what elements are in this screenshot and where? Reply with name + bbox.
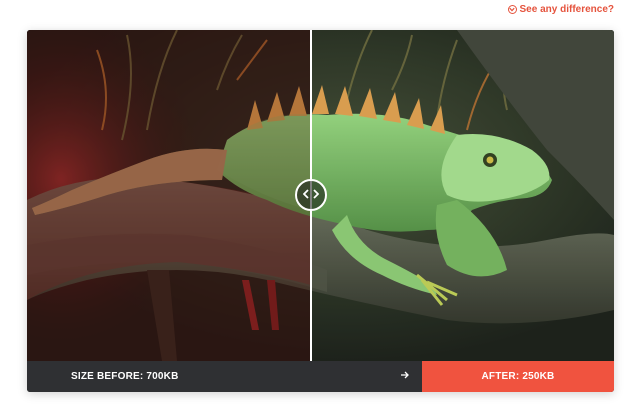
arrow-right-icon xyxy=(400,370,410,383)
size-before-label: SIZE BEFORE: 700KB xyxy=(71,371,179,382)
chevron-down-circle-icon xyxy=(507,5,517,14)
see-difference-label: See any difference? xyxy=(519,4,614,15)
image-comparison-slider: SIZE BEFORE: 700KB AFTER: 250KB xyxy=(27,30,614,392)
left-right-arrows-icon xyxy=(302,186,320,204)
slider-handle[interactable] xyxy=(295,179,327,211)
see-difference-link[interactable]: See any difference? xyxy=(507,4,614,15)
size-after-label: AFTER: 250KB xyxy=(481,371,555,382)
size-comparison-bar: SIZE BEFORE: 700KB AFTER: 250KB xyxy=(27,361,614,392)
size-before-panel: SIZE BEFORE: 700KB xyxy=(27,361,422,392)
size-after-panel: AFTER: 250KB xyxy=(422,361,614,392)
